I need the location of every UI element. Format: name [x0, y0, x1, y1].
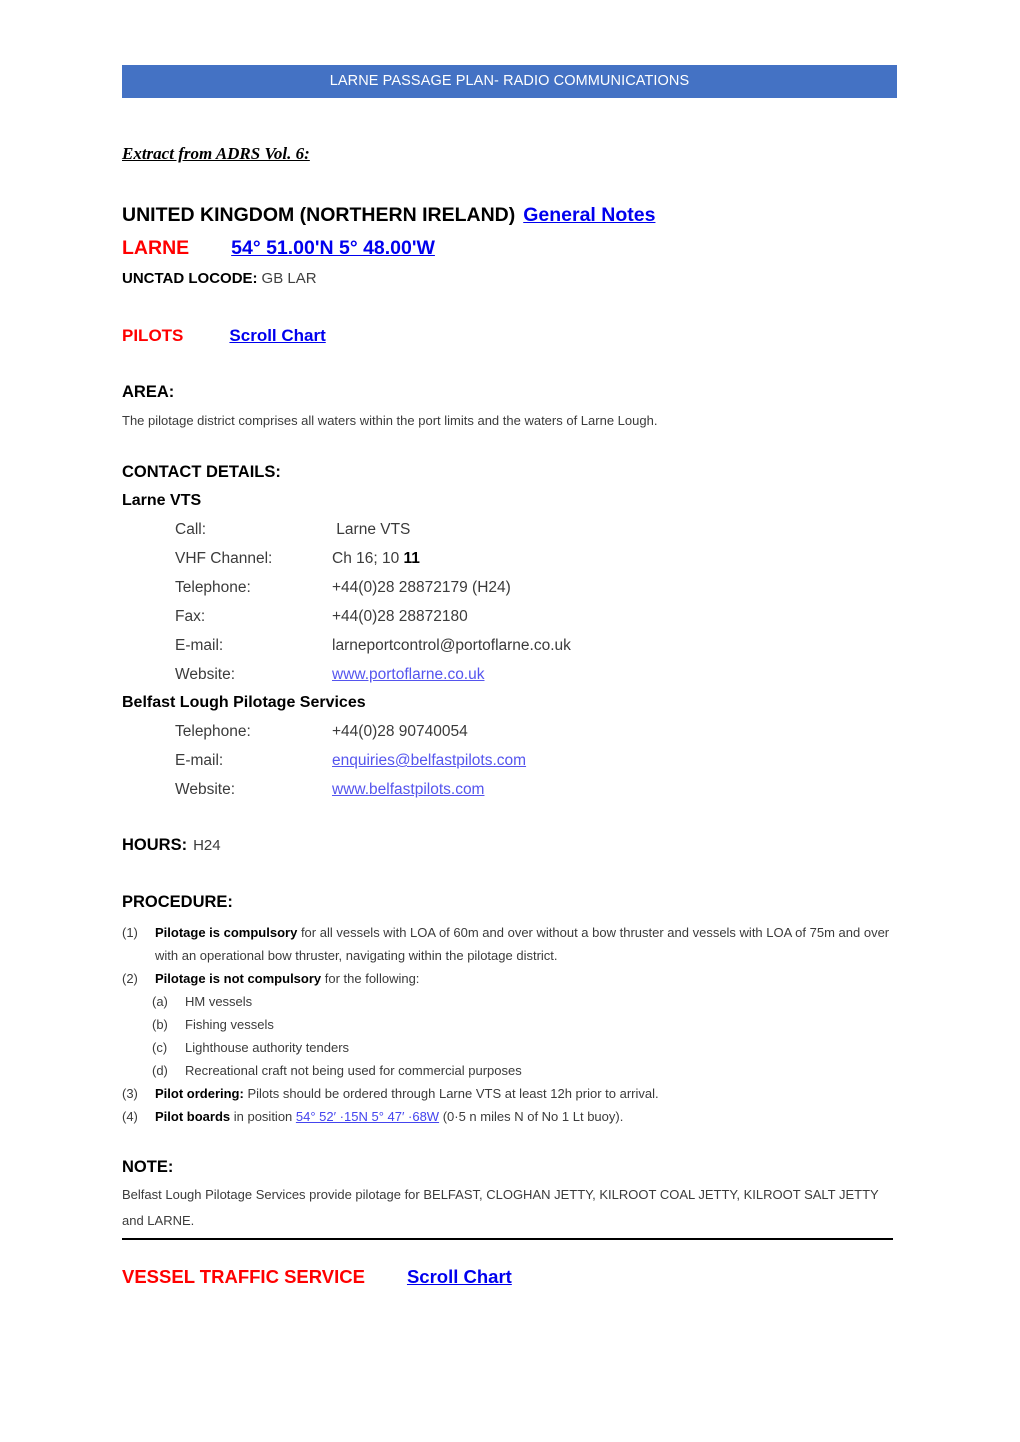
procedure-item-2-bold: Pilotage is not compulsory	[155, 971, 322, 986]
procedure-sub-item-d-number: (d)	[152, 1063, 168, 1078]
procedure-item-4-number: (4)	[122, 1109, 138, 1124]
procedure-item-4-bold: Pilot boards	[155, 1109, 231, 1124]
contact-link-email-belfast[interactable]: enquiries@belfastpilots.com	[332, 752, 526, 770]
procedure-heading: PROCEDURE:	[122, 893, 233, 911]
contact-value-telephone-belfast: +44(0)28 90740054	[332, 723, 468, 740]
contact-label-call: Call:	[175, 521, 207, 538]
extract-source-note: Extract from ADRS Vol. 6:	[122, 144, 310, 163]
procedure-sub-item-c-number: (c)	[152, 1040, 168, 1055]
procedure-item-1: (1) Pilotage is compulsory for all vesse…	[122, 921, 900, 967]
pilots-section-row: PILOTS Scroll Chart	[122, 326, 326, 346]
contact-value-call: Larne VTS	[332, 521, 411, 538]
procedure-item-4-before: in position	[230, 1109, 296, 1124]
locode-value: GB LAR	[261, 270, 317, 287]
procedure-sub-item-c-text: Lighthouse authority tenders	[185, 1040, 350, 1055]
port-title-row: LARNE 54° 51.00'N 5° 48.00'W	[122, 237, 435, 260]
contact-value-telephone-larne: +44(0)28 28872179 (H24)	[332, 579, 511, 596]
procedure-item-3-number: (3)	[122, 1086, 138, 1101]
contact-label-vhf-channel: VHF Channel:	[175, 550, 273, 567]
area-heading: AREA:	[122, 383, 175, 401]
procedure-item-4-text: Pilot boards in position 54° 52′ ·15N 5°…	[155, 1105, 900, 1128]
locode-row: UNCTAD LOCODE: GB LAR	[122, 270, 317, 287]
contact-link-website-larne[interactable]: www.portoflarne.co.uk	[332, 666, 485, 684]
contact-value-fax-larne: +44(0)28 28872180	[332, 608, 468, 625]
locode-label: UNCTAD LOCODE:	[122, 270, 258, 287]
general-notes-link[interactable]: General Notes	[523, 204, 655, 226]
vhf-channel-main: Ch 16; 10	[332, 550, 404, 567]
port-coordinates-link[interactable]: 54° 51.00'N 5° 48.00'W	[231, 237, 435, 259]
port-name: LARNE	[122, 237, 190, 259]
contact-label-telephone-larne: Telephone:	[175, 579, 251, 596]
contact-group-larne-vts-name: Larne VTS	[122, 492, 202, 509]
country-title-row: UNITED KINGDOM (NORTHERN IRELAND) General…	[122, 204, 655, 227]
contact-label-website-belfast: Website:	[175, 781, 236, 798]
vhf-channel-highlight: 11	[403, 550, 420, 567]
contact-label-fax-larne: Fax:	[175, 608, 206, 625]
vts-scroll-chart-link[interactable]: Scroll Chart	[407, 1266, 512, 1287]
note-heading: NOTE:	[122, 1158, 174, 1176]
hours-row: HOURS: H24	[122, 836, 221, 855]
procedure-item-1-bold: Pilotage is compulsory	[155, 925, 298, 940]
pilot-boarding-coordinates-link[interactable]: 54° 52′ ·15N 5° 47′ ·68W	[296, 1109, 439, 1124]
contact-label-telephone-belfast: Telephone:	[175, 723, 251, 740]
procedure-sub-item-a-text: HM vessels	[185, 994, 253, 1009]
procedure-item-4-after: (0·5 n miles N of No 1 Lt buoy).	[439, 1109, 624, 1124]
contact-group-belfast-name: Belfast Lough Pilotage Services	[122, 694, 366, 711]
vessel-traffic-service-heading: VESSEL TRAFFIC SERVICE	[122, 1266, 365, 1287]
pilots-scroll-chart-link[interactable]: Scroll Chart	[229, 326, 325, 345]
procedure-item-1-number: (1)	[122, 925, 138, 940]
contact-details-heading: CONTACT DETAILS:	[122, 463, 281, 481]
vessel-traffic-service-row: VESSEL TRAFFIC SERVICE Scroll Chart	[122, 1266, 512, 1288]
hours-label: HOURS:	[122, 836, 188, 854]
banner-title: LARNE PASSAGE PLAN- RADIO COMMUNICATIONS	[329, 73, 690, 89]
procedure-item-3-bold: Pilot ordering:	[155, 1086, 244, 1101]
procedure-sub-item-b-text: Fishing vessels	[185, 1017, 274, 1032]
procedure-item-2-rest: for the following:	[321, 971, 420, 986]
procedure-sub-item-d-text: Recreational craft not being used for co…	[185, 1063, 522, 1078]
procedure-item-2-number: (2)	[122, 971, 138, 986]
contact-value-email-larne: larneportcontrol@portoflarne.co.uk	[332, 637, 571, 654]
contact-label-website-larne: Website:	[175, 666, 236, 683]
section-divider	[122, 1238, 893, 1240]
contact-label-email-larne: E-mail:	[175, 637, 224, 654]
page-banner: LARNE PASSAGE PLAN- RADIO COMMUNICATIONS	[122, 65, 897, 98]
document-page: LARNE PASSAGE PLAN- RADIO COMMUNICATIONS…	[0, 0, 1020, 1442]
contact-value-vhf-channel: Ch 16; 10 11	[332, 550, 420, 568]
hours-value: H24	[193, 837, 221, 854]
procedure-item-1-text: Pilotage is compulsory for all vessels w…	[155, 921, 900, 967]
country-name: UNITED KINGDOM (NORTHERN IRELAND)	[122, 204, 516, 226]
contact-link-website-belfast[interactable]: www.belfastpilots.com	[332, 781, 484, 799]
pilots-heading: PILOTS	[122, 326, 184, 345]
procedure-item-3-text: Pilot ordering: Pilots should be ordered…	[155, 1082, 900, 1105]
procedure-sub-item-a-number: (a)	[152, 994, 168, 1009]
procedure-item-3-rest: Pilots should be ordered through Larne V…	[243, 1086, 659, 1101]
contact-label-email-belfast: E-mail:	[175, 752, 224, 769]
note-text: Belfast Lough Pilotage Services provide …	[122, 1187, 879, 1228]
area-text: The pilotage district comprises all wate…	[122, 413, 658, 428]
procedure-sub-item-b-number: (b)	[152, 1017, 168, 1032]
procedure-item-2-text: Pilotage is not compulsory for the follo…	[155, 967, 900, 990]
